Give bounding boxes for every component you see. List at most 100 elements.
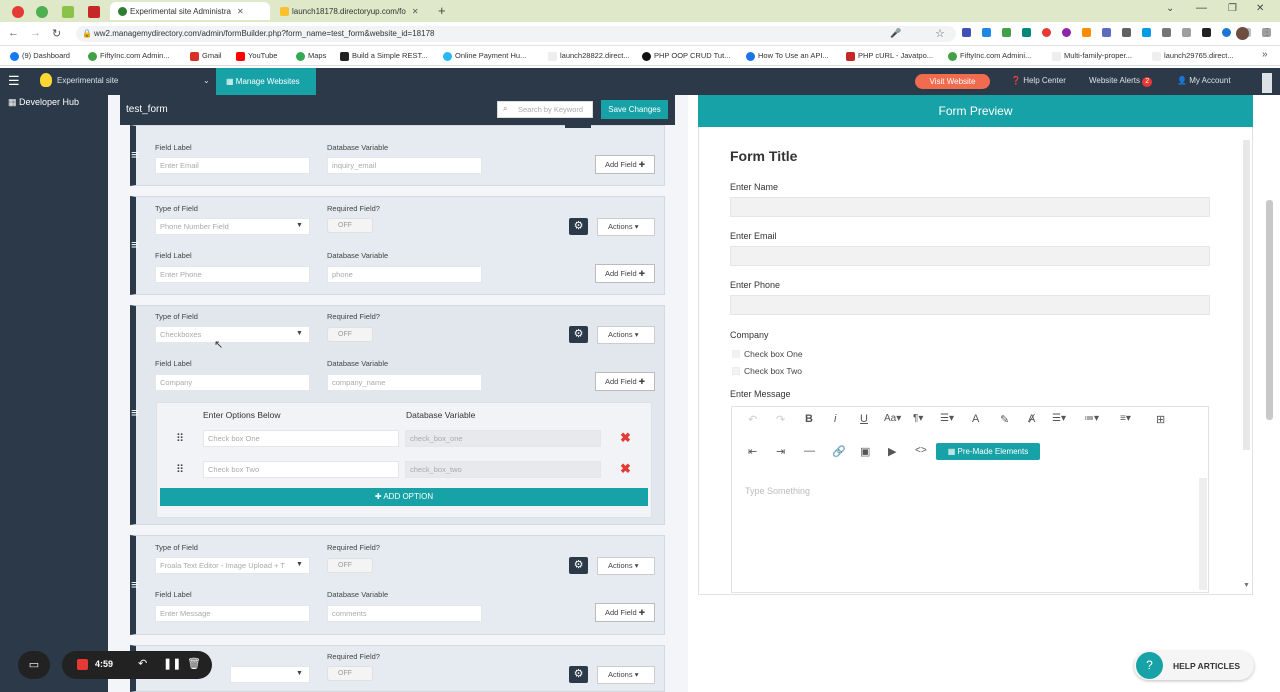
gear-icon[interactable]: ⚙	[569, 557, 588, 574]
sidebar-item-developer-hub[interactable]: ▦ Developer Hub	[8, 97, 79, 108]
browser-menu-icon[interactable]: ⋮	[1262, 27, 1272, 38]
extension-icon[interactable]	[1002, 28, 1011, 37]
name-input[interactable]	[730, 197, 1210, 217]
drag-handle-icon[interactable]: ≡	[131, 238, 139, 251]
required-toggle[interactable]: OFF	[327, 327, 373, 342]
camera-icon[interactable]: ▭	[18, 651, 50, 679]
font-size-icon[interactable]: Aa▾	[884, 413, 901, 424]
drag-handle-icon[interactable]: ≡	[131, 406, 139, 419]
clear-format-icon[interactable]: Ⱥ	[1028, 413, 1035, 425]
extension-icon[interactable]	[1202, 28, 1211, 37]
premade-elements-button[interactable]: ▦ Pre-Made Elements	[936, 443, 1040, 460]
minimize-icon[interactable]: —	[1196, 2, 1207, 14]
actions-dropdown[interactable]: Actions ▾	[597, 218, 655, 236]
page-scrollbar[interactable]	[1266, 200, 1273, 420]
bookmark-api[interactable]: How To Use an API...	[746, 49, 829, 63]
checkbox-two[interactable]	[732, 367, 740, 375]
bookmark-star-icon[interactable]: ☆	[935, 27, 945, 40]
drag-handle-icon[interactable]: ⠿	[176, 463, 184, 476]
database-variable-input[interactable]: inquiry_email	[327, 157, 482, 174]
underline-icon[interactable]: U	[860, 413, 868, 425]
undo-icon[interactable]: ↶	[748, 413, 757, 426]
required-toggle[interactable]: OFF	[327, 558, 373, 573]
tab-admin[interactable]: Experimental site Administra ✕	[110, 2, 270, 20]
manage-websites-button[interactable]: ▦ Manage Websites	[216, 68, 316, 95]
gmail-tab-icon[interactable]	[88, 6, 100, 18]
hamburger-menu-icon[interactable]: ☰	[8, 74, 20, 88]
help-chat-icon[interactable]: ?	[1136, 652, 1163, 679]
type-of-field-select[interactable]: Phone Number Field	[155, 218, 310, 235]
editor-placeholder[interactable]: Type Something	[745, 486, 810, 496]
horizontal-line-icon[interactable]: —	[804, 445, 815, 457]
bookmark-dashboard[interactable]: (9) Dashboard	[10, 49, 70, 63]
option-label-input[interactable]: Check box One	[203, 430, 399, 447]
bookmark-gmail[interactable]: Gmail	[190, 49, 222, 63]
italic-icon[interactable]: i	[834, 413, 836, 425]
add-field-button[interactable]: Add Field ✚	[595, 372, 655, 391]
option-db-variable-input[interactable]: check_box_one	[405, 430, 601, 447]
delete-option-icon[interactable]: ✖	[620, 461, 631, 477]
bookmark-fiftyinc-admin[interactable]: FiftyInc.com Admini...	[948, 49, 1031, 63]
field-label-input[interactable]: Enter Message	[155, 605, 310, 622]
code-view-icon[interactable]: <>	[915, 445, 927, 456]
link-icon[interactable]: 🔗	[832, 445, 846, 458]
extension-icon[interactable]	[962, 28, 971, 37]
bookmark-launch28822[interactable]: launch28822.direct...	[548, 49, 630, 63]
bookmark-fiftyinc[interactable]: FiftyInc.com Admin...	[88, 49, 170, 63]
save-changes-button[interactable]: Save Changes	[601, 100, 668, 119]
add-field-button[interactable]: Add Field ✚	[595, 155, 655, 174]
drag-handle-icon[interactable]: ⠿	[176, 432, 184, 445]
bold-icon[interactable]: B	[805, 413, 813, 425]
mic-icon[interactable]: 🎤	[890, 28, 901, 39]
highlight-icon[interactable]: ✎	[1000, 413, 1009, 426]
website-alerts-link[interactable]: Website Alerts 2	[1089, 76, 1153, 87]
bookmark-php-oop[interactable]: PHP OOP CRUD Tut...	[642, 49, 730, 63]
gear-icon[interactable]: ⚙	[569, 666, 588, 683]
option-db-variable-input[interactable]: check_box_two	[405, 461, 601, 478]
pause-icon[interactable]: ❚❚	[163, 657, 181, 670]
scroll-down-icon[interactable]: ▼	[1243, 582, 1250, 589]
extension-icon[interactable]	[1162, 28, 1171, 37]
actions-dropdown[interactable]: Actions ▾	[597, 666, 655, 684]
editor-scrollbar[interactable]	[1199, 478, 1207, 590]
gear-icon[interactable]: ⚙	[569, 218, 588, 235]
text-color-icon[interactable]: A	[972, 413, 979, 425]
type-of-field-select[interactable]: Froala Text Editor - Image Upload + T	[155, 557, 310, 574]
address-bar[interactable]: ww2.managemydirectory.com/admin/formBuil…	[76, 26, 956, 42]
actions-dropdown[interactable]: Actions ▾	[597, 326, 655, 344]
site-selector[interactable]: Experimental site	[57, 76, 118, 85]
database-variable-input[interactable]: comments	[327, 605, 482, 622]
field-label-input[interactable]: Enter Phone	[155, 266, 310, 283]
indent-icon[interactable]: ⇥	[776, 445, 785, 458]
extension-icon[interactable]	[982, 28, 991, 37]
add-field-button[interactable]: Add Field ✚	[595, 264, 655, 283]
extension-icon[interactable]	[1082, 28, 1091, 37]
bookmark-php-curl[interactable]: PHP cURL - Javatpo...	[846, 49, 933, 63]
align-icon[interactable]: ☰▾	[1052, 413, 1066, 424]
email-input[interactable]	[730, 246, 1210, 266]
reload-icon[interactable]: ↻	[52, 27, 61, 40]
database-variable-input[interactable]: company_name	[327, 374, 482, 391]
drag-handle-icon[interactable]: ≡	[131, 148, 139, 161]
bookmark-maps[interactable]: Maps	[296, 49, 326, 63]
new-tab-icon[interactable]: +	[438, 3, 446, 18]
option-label-input[interactable]: Check box Two	[203, 461, 399, 478]
back-icon[interactable]: ←	[8, 27, 19, 39]
tab-icon[interactable]	[62, 6, 74, 18]
extension-icon[interactable]	[1022, 28, 1031, 37]
field-label-input[interactable]: Enter Email	[155, 157, 310, 174]
image-icon[interactable]: ▣	[860, 445, 870, 458]
add-field-button[interactable]: Add Field ✚	[595, 603, 655, 622]
type-of-field-select[interactable]: Checkboxes	[155, 326, 310, 343]
extension-icon[interactable]	[1062, 28, 1071, 37]
window-close-icon[interactable]: ✕	[1256, 3, 1264, 14]
extension-icon[interactable]	[1222, 28, 1231, 37]
preview-scrollbar[interactable]	[1243, 140, 1250, 450]
bookmark-multifamily[interactable]: Multi-family-proper...	[1052, 49, 1132, 63]
trash-icon[interactable]: 🗑	[187, 657, 201, 670]
required-toggle[interactable]: OFF	[327, 666, 373, 681]
required-toggle[interactable]: OFF	[327, 218, 373, 233]
my-account-link[interactable]: 👤 My Account	[1177, 76, 1231, 85]
whatsapp-tab-icon[interactable]	[36, 6, 48, 18]
database-variable-input[interactable]: phone	[327, 266, 482, 283]
